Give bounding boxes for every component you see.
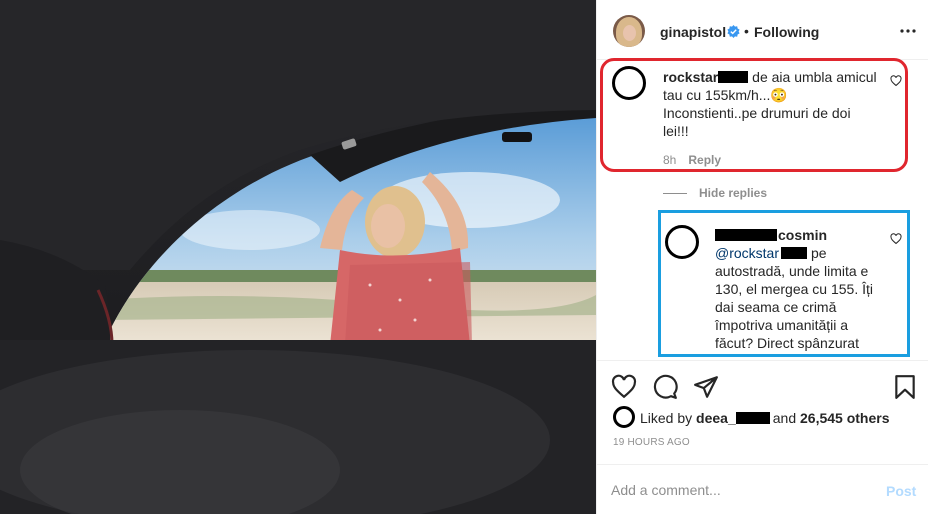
likes-count[interactable]: 26,545 others: [800, 410, 890, 426]
comment-text-line: tau cu 155km/h...😳: [663, 87, 788, 103]
reply-text-line: 130, el mergea cu 155. Îți: [715, 281, 873, 297]
comment-text-line: lei!!!: [663, 123, 689, 139]
header-separator: •: [744, 23, 749, 39]
comment-text-line: Inconstienti..pe drumuri de doi: [663, 105, 851, 121]
reply-text-line: făcut? Direct spânzurat: [715, 335, 859, 351]
comment-input[interactable]: [611, 477, 861, 503]
comment-text-line: de aia umbla amicul: [752, 69, 877, 85]
post-photo: [0, 0, 596, 514]
comment-meta: 8h Reply: [663, 153, 721, 167]
bookmark-icon[interactable]: [892, 374, 918, 400]
comment-like-heart-icon[interactable]: [890, 75, 902, 87]
mention-link[interactable]: @rockstar: [715, 245, 779, 261]
post-header: ginapistol • Following: [597, 0, 928, 60]
redaction-bar: [781, 247, 807, 259]
owner-avatar[interactable]: [613, 15, 645, 47]
reply-text-line: pe: [811, 245, 827, 261]
comment-body: rockstar de aia umbla amicul tau cu 155k…: [663, 68, 879, 140]
likes-prefix: Liked by: [640, 410, 693, 426]
comment-time: 8h: [663, 153, 677, 167]
share-icon[interactable]: [693, 374, 719, 400]
reply-body: cosmin @rockstar pe autostradă, unde limi…: [715, 226, 895, 352]
post-comment-button[interactable]: Post: [886, 483, 916, 499]
comment-icon[interactable]: [652, 374, 678, 400]
post-side-panel: ginapistol • Following rockstar de aia u…: [596, 0, 928, 514]
likes-summary: Liked by deea_ and 26,545 others: [640, 410, 890, 426]
reply-like-heart-icon[interactable]: [890, 233, 902, 245]
reply-username[interactable]: cosmin: [778, 227, 827, 243]
reply-text-line: împotriva umanității a: [715, 317, 849, 333]
liker-avatar[interactable]: [613, 406, 635, 428]
post-timestamp[interactable]: 19 HOURS AGO: [613, 437, 690, 448]
comment-username[interactable]: rockstar: [663, 69, 718, 85]
redaction-bar: [735, 412, 770, 424]
reply-text-line: dai seama ce crimă: [715, 299, 837, 315]
comment-avatar[interactable]: [612, 66, 646, 100]
owner-username[interactable]: ginapistol: [660, 24, 726, 40]
hide-replies-label: Hide replies: [699, 186, 768, 200]
more-options-icon[interactable]: [900, 29, 916, 33]
reply-button[interactable]: Reply: [688, 153, 721, 167]
follow-status-button[interactable]: Following: [754, 24, 819, 40]
post-image: [0, 0, 596, 514]
add-comment-bar: Post: [597, 464, 928, 514]
divider-line: [663, 193, 687, 195]
likes-row: Liked by deea_ and 26,545 others: [597, 404, 928, 430]
reply-avatar[interactable]: [665, 225, 699, 259]
likes-middle: and: [772, 410, 797, 426]
heart-icon[interactable]: [611, 374, 637, 400]
redaction-bar: [715, 229, 777, 241]
verified-badge-icon: [727, 25, 740, 38]
hide-replies-button[interactable]: Hide replies: [663, 186, 767, 200]
redaction-bar: [718, 71, 749, 83]
liker-username[interactable]: deea_: [696, 410, 736, 426]
reply-text-line: autostradă, unde limita e: [715, 263, 869, 279]
